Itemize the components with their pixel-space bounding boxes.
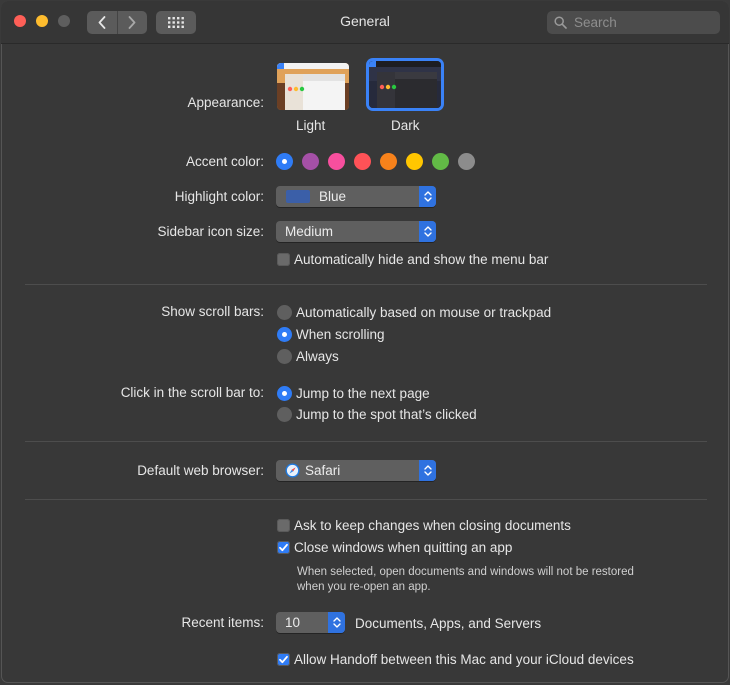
popup-stepper-icon (328, 612, 345, 633)
appearance-light-thumbnail[interactable] (277, 63, 349, 110)
search-icon (554, 16, 567, 29)
default-browser-value: Safari (305, 463, 341, 478)
default-browser-label: Default web browser: (137, 463, 264, 478)
scroll-bars-option-always: Always (296, 349, 339, 364)
recent-items-suffix: Documents, Apps, and Servers (355, 616, 542, 631)
highlight-color-label: Highlight color: (174, 189, 264, 204)
dark-appearance-preview (369, 61, 441, 108)
section-divider (25, 499, 707, 500)
recent-items-popup[interactable]: 10 (276, 612, 345, 633)
sidebar-icon-size-value: Medium (285, 224, 334, 239)
appearance-light-label: Light (296, 118, 326, 133)
light-appearance-preview (277, 63, 349, 110)
safari-icon (285, 463, 300, 478)
checkmark-icon (279, 655, 288, 664)
scroll-bars-option-automatic: Automatically based on mouse or trackpad (296, 305, 552, 320)
accent-color-swatch-red[interactable] (354, 153, 371, 170)
section-divider (25, 441, 707, 442)
scroll-bars-radio-always[interactable] (277, 349, 292, 364)
accent-color-swatch-graphite[interactable] (458, 153, 475, 170)
appearance-label: Appearance: (187, 95, 264, 110)
sidebar-icon-size-popup[interactable]: Medium (276, 221, 436, 242)
popup-stepper-icon (419, 221, 436, 242)
menu-bar-label: Automatically hide and show the menu bar (294, 252, 549, 267)
default-browser-popup[interactable]: Safari (276, 460, 436, 481)
handoff-label: Allow Handoff between this Mac and your … (294, 652, 634, 667)
scroll-bars-radio-when-scrolling[interactable] (277, 327, 292, 342)
appearance-dark-thumbnail[interactable] (369, 61, 441, 108)
close-windows-note-line2: when you re-open an app. (297, 581, 431, 593)
sidebar-icon-size-label: Sidebar icon size: (157, 224, 264, 239)
section-divider (25, 284, 707, 285)
search-input[interactable] (572, 14, 716, 31)
click-scroll-radio-next-page[interactable] (277, 386, 292, 401)
popup-stepper-icon (419, 460, 436, 481)
accent-color-swatch-blue[interactable] (276, 153, 293, 170)
preferences-window: General Appearance: Light (1, 1, 729, 683)
click-scroll-option-spot: Jump to the spot that’s clicked (296, 407, 477, 422)
click-scroll-bar-label: Click in the scroll bar to: (120, 385, 264, 400)
click-scroll-radio-spot[interactable] (277, 407, 292, 422)
menu-bar-checkbox[interactable] (277, 253, 290, 266)
highlight-color-value: Blue (319, 189, 347, 204)
popup-stepper-icon (419, 186, 436, 207)
toolbar: General (1, 1, 729, 44)
checkmark-icon (279, 543, 288, 552)
highlight-color-popup[interactable]: Blue (276, 186, 436, 207)
show-scroll-bars-label: Show scroll bars: (161, 304, 264, 319)
close-windows-note-line1: When selected, open documents and window… (297, 566, 634, 578)
ask-keep-changes-checkbox[interactable] (277, 519, 290, 532)
recent-items-label: Recent items: (181, 615, 264, 630)
close-windows-label: Close windows when quitting an app (294, 540, 513, 555)
search-field[interactable] (547, 11, 720, 34)
scroll-bars-radio-automatic[interactable] (277, 305, 292, 320)
ask-keep-changes-label: Ask to keep changes when closing documen… (294, 518, 571, 533)
highlight-color-swatch (286, 190, 310, 203)
scroll-bars-option-when-scrolling: When scrolling (296, 327, 385, 342)
click-scroll-option-next-page: Jump to the next page (296, 386, 430, 401)
accent-color-swatch-green[interactable] (432, 153, 449, 170)
accent-color-swatch-yellow[interactable] (406, 153, 423, 170)
accent-color-swatch-pink[interactable] (328, 153, 345, 170)
handoff-checkbox[interactable] (277, 653, 290, 666)
accent-color-label: Accent color: (185, 154, 264, 169)
accent-color-swatch-purple[interactable] (302, 153, 319, 170)
recent-items-value: 10 (285, 615, 301, 630)
appearance-dark-label: Dark (391, 118, 420, 133)
accent-color-swatch-orange[interactable] (380, 153, 397, 170)
close-windows-checkbox[interactable] (277, 541, 290, 554)
